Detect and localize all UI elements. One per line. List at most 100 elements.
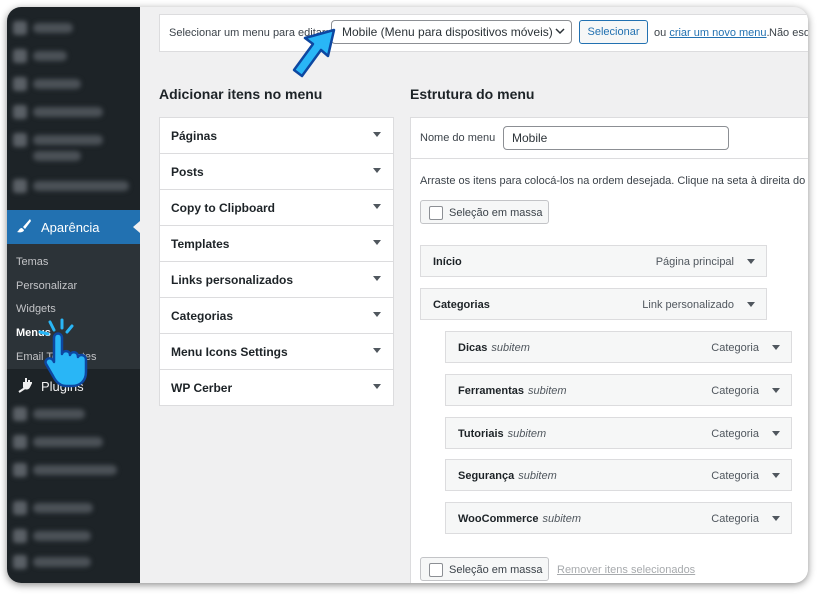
triangle-down-icon[interactable] <box>772 431 780 436</box>
accordion-posts[interactable]: Posts <box>160 154 393 190</box>
select-menu-label: Selecionar um menu para editar: <box>169 27 329 39</box>
blurred-icon <box>13 21 27 35</box>
menu-item-type: Categoria <box>711 385 759 397</box>
add-items-accordion: Páginas Posts Copy to Clipboard Template… <box>159 117 394 406</box>
subitem-label: subitem <box>507 428 547 440</box>
triangle-down-icon[interactable] <box>747 259 755 264</box>
blurred-menu-item[interactable] <box>33 531 91 541</box>
bulk-select-label: Seleção em massa <box>449 207 543 219</box>
submenu-item-customize[interactable]: Personalizar <box>16 280 77 292</box>
select-button[interactable]: Selecionar <box>579 20 648 44</box>
blurred-icon <box>13 77 27 91</box>
accordion-label: Posts <box>171 165 204 179</box>
menu-name-label: Nome do menu <box>420 132 496 144</box>
blurred-icon <box>13 407 27 421</box>
triangle-down-icon[interactable] <box>772 516 780 521</box>
remove-selected-link[interactable]: Remover itens selecionados <box>557 564 695 576</box>
triangle-down-icon <box>373 132 381 137</box>
menu-item-title: WooCommerce subitem <box>458 513 581 525</box>
blurred-menu-item[interactable] <box>33 465 117 475</box>
drag-instructions: Arraste os itens para colocá-los na orde… <box>420 175 808 187</box>
submenu-item-themes[interactable]: Temas <box>16 256 48 268</box>
accordion-wp-cerber[interactable]: WP Cerber <box>160 370 393 405</box>
submenu-item-menus[interactable]: Menus <box>16 327 51 339</box>
checkbox[interactable] <box>429 563 443 577</box>
plug-icon <box>15 377 33 396</box>
menu-item-type: Página principal <box>655 256 734 268</box>
accordion-label: Menu Icons Settings <box>171 345 288 359</box>
main-content: Selecionar um menu para editar: Mobile (… <box>140 7 808 583</box>
menu-item-type: Categoria <box>711 342 759 354</box>
menu-item-woocommerce[interactable]: WooCommerce subitem Categoria <box>445 502 792 534</box>
blurred-menu-item[interactable] <box>33 151 81 161</box>
triangle-down-icon <box>373 384 381 389</box>
menu-name-input[interactable]: Mobile <box>503 126 729 150</box>
accordion-copy-to-clipboard[interactable]: Copy to Clipboard <box>160 190 393 226</box>
blurred-icon <box>13 435 27 449</box>
triangle-down-icon <box>373 240 381 245</box>
bulk-select-bottom[interactable]: Seleção em massa <box>420 557 549 581</box>
triangle-down-icon <box>373 348 381 353</box>
menu-structure-panel: Nome do menu Mobile Arraste os itens par… <box>410 117 808 583</box>
sidebar-item-appearance[interactable]: Aparência <box>7 210 140 244</box>
triangle-down-icon[interactable] <box>772 345 780 350</box>
menu-item-ferramentas[interactable]: Ferramentas subitem Categoria <box>445 374 792 406</box>
blurred-menu-item[interactable] <box>33 135 103 145</box>
menu-item-seguranca[interactable]: Segurança subitem Categoria <box>445 459 792 491</box>
sidebar-item-label: Plugins <box>41 378 84 394</box>
blurred-menu-item[interactable] <box>33 503 93 513</box>
accordion-custom-links[interactable]: Links personalizados <box>160 262 393 298</box>
truncated-notice: Não esq <box>769 27 808 39</box>
triangle-down-icon[interactable] <box>772 473 780 478</box>
menu-item-title: Dicas subitem <box>458 342 530 354</box>
bulk-select-top[interactable]: Seleção em massa <box>420 200 549 224</box>
blurred-icon <box>13 179 27 193</box>
blurred-menu-item[interactable] <box>33 181 129 191</box>
menu-item-categorias[interactable]: Categorias Link personalizado <box>420 288 767 320</box>
blurred-menu-item[interactable] <box>33 409 85 419</box>
menu-item-dicas[interactable]: Dicas subitem Categoria <box>445 331 792 363</box>
accordion-templates[interactable]: Templates <box>160 226 393 262</box>
blurred-menu-item[interactable] <box>33 23 73 33</box>
blurred-icon <box>13 501 27 515</box>
accordion-label: Páginas <box>171 129 218 143</box>
menu-item-title: Categorias <box>433 299 490 311</box>
triangle-down-icon[interactable] <box>747 302 755 307</box>
accordion-label: WP Cerber <box>171 381 233 395</box>
blurred-menu-item[interactable] <box>33 437 103 447</box>
chevron-down-icon <box>555 28 565 35</box>
menu-name-row: Nome do menu Mobile <box>411 118 808 159</box>
create-menu-link[interactable]: criar um novo menu <box>669 27 766 39</box>
triangle-down-icon <box>373 168 381 173</box>
accordion-pages[interactable]: Páginas <box>160 118 393 154</box>
menu-item-inicio[interactable]: Início Página principal <box>420 245 767 277</box>
accordion-categories[interactable]: Categorias <box>160 298 393 334</box>
sidebar-item-plugins[interactable]: Plugins <box>7 371 140 401</box>
menu-item-title: Segurança subitem <box>458 470 557 482</box>
blurred-menu-item[interactable] <box>33 557 91 567</box>
subitem-label: subitem <box>491 342 530 354</box>
checkbox[interactable] <box>429 206 443 220</box>
bulk-select-label: Seleção em massa <box>449 564 543 576</box>
submenu-item-email-templates[interactable]: Email Templates <box>16 351 97 363</box>
menu-structure-heading: Estrutura do menu <box>410 86 535 102</box>
admin-sidebar: Aparência Temas Personalizar Widgets Men… <box>7 7 140 583</box>
accordion-label: Templates <box>171 237 230 251</box>
submenu-item-widgets[interactable]: Widgets <box>16 303 56 315</box>
menu-item-tutoriais[interactable]: Tutoriais subitem Categoria <box>445 417 792 449</box>
app-window: Aparência Temas Personalizar Widgets Men… <box>7 7 808 583</box>
blurred-menu-item[interactable] <box>33 79 81 89</box>
menu-select-dropdown[interactable]: Mobile (Menu para dispositivos móveis) <box>331 20 572 44</box>
menu-item-type: Categoria <box>711 513 759 525</box>
subitem-label: subitem <box>518 470 557 482</box>
menu-item-title-text: Dicas <box>458 342 488 354</box>
triangle-down-icon[interactable] <box>772 388 780 393</box>
menu-item-type: Categoria <box>711 470 759 482</box>
menu-item-type: Link personalizado <box>642 299 734 311</box>
or-text-group: ou criar um novo menu. <box>654 27 770 39</box>
blurred-menu-item[interactable] <box>33 107 103 117</box>
accordion-menu-icons-settings[interactable]: Menu Icons Settings <box>160 334 393 370</box>
add-items-heading: Adicionar itens no menu <box>159 86 323 102</box>
blurred-icon <box>13 49 27 63</box>
blurred-menu-item[interactable] <box>33 51 67 61</box>
